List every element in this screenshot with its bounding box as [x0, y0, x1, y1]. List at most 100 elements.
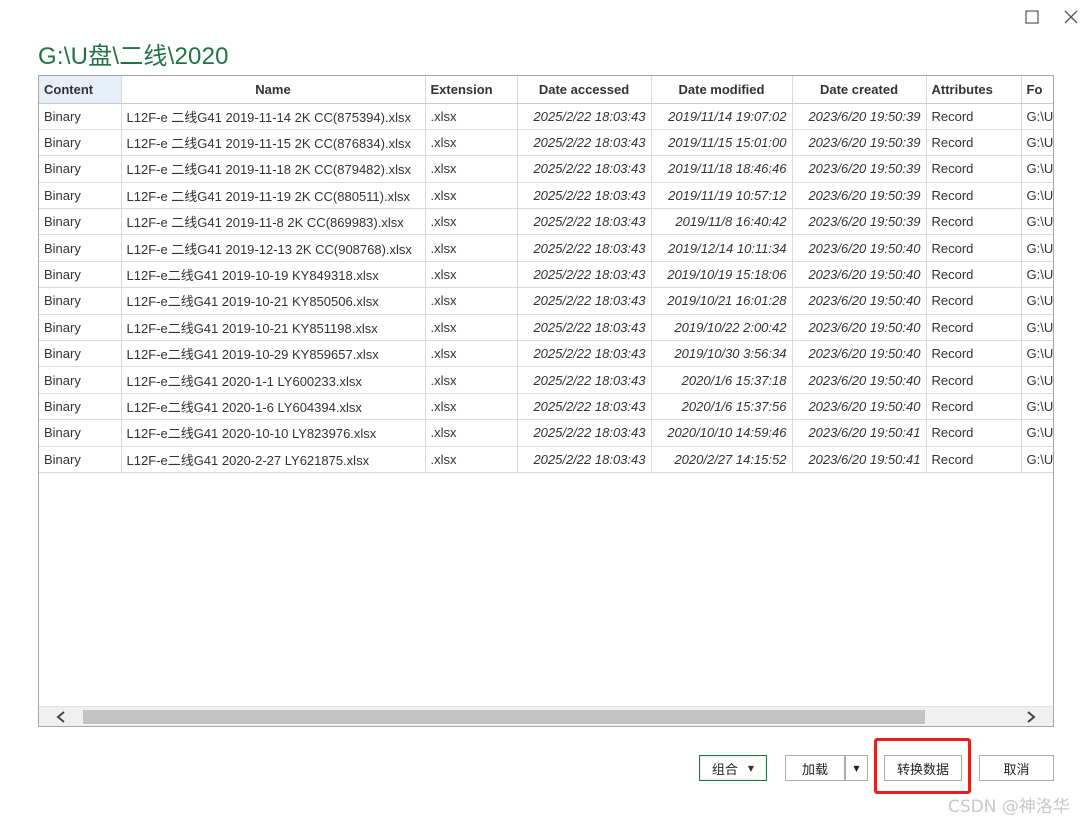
column-header[interactable]: Content: [39, 76, 122, 104]
table-cell: .xlsx: [425, 261, 518, 289]
column-header[interactable]: Date created: [792, 76, 927, 104]
table-cell: L12F-e 二线G41 2019-11-18 2K CC(879482).xl…: [121, 155, 426, 183]
table-cell[interactable]: Binary: [39, 208, 122, 236]
table-row[interactable]: Binary L12F-e二线G41 2020-1-1 LY600233.xlsx…: [39, 366, 1053, 394]
table-cell: 2023/6/20 19:50:39: [792, 182, 927, 210]
table-cell[interactable]: Binary: [39, 234, 122, 262]
horizontal-scrollbar[interactable]: [39, 706, 1053, 726]
table-cell[interactable]: Binary: [39, 129, 122, 157]
table-cell: 2025/2/22 18:03:43: [517, 261, 652, 289]
table-cell: G:\U: [1021, 419, 1053, 447]
table-cell: 2020/10/10 14:59:46: [651, 419, 793, 447]
scroll-left-button[interactable]: [39, 707, 83, 726]
table-cell: L12F-e二线G41 2020-10-10 LY823976.xlsx: [121, 419, 426, 447]
table-cell: G:\U: [1021, 234, 1053, 262]
table-row[interactable]: Binary L12F-e 二线G41 2019-11-8 2K CC(86998…: [39, 208, 1053, 236]
table-row[interactable]: Binary L12F-e二线G41 2019-10-21 KY850506.xl…: [39, 287, 1053, 315]
table-cell[interactable]: Binary: [39, 314, 122, 342]
table-cell[interactable]: Binary: [39, 182, 122, 210]
file-table: Content Name Extension Date accessed Date mo…: [39, 76, 1053, 473]
table-cell: 2025/2/22 18:03:43: [517, 155, 652, 183]
table-cell: 2023/6/20 19:50:39: [792, 103, 927, 130]
table-cell[interactable]: Binary: [39, 155, 122, 183]
table-cell[interactable]: Binary: [39, 103, 122, 130]
table-cell: 2019/11/14 19:07:02: [651, 103, 793, 130]
table-cell: 2020/1/6 15:37:18: [651, 366, 793, 394]
table-cell: G:\U: [1021, 314, 1053, 342]
table-cell[interactable]: Binary: [39, 340, 122, 368]
table-cell: .xlsx: [425, 393, 518, 421]
table-cell: Record: [926, 261, 1022, 289]
table-cell: Record: [926, 234, 1022, 262]
table-row[interactable]: Binary L12F-e二线G41 2019-10-21 KY851198.xl…: [39, 314, 1053, 342]
table-cell: G:\U: [1021, 261, 1053, 289]
column-header[interactable]: Name: [121, 76, 426, 104]
column-header[interactable]: Date accessed: [517, 76, 652, 104]
scroll-right-button[interactable]: [1009, 707, 1053, 726]
load-button[interactable]: 加载: [785, 755, 845, 781]
table-cell: L12F-e二线G41 2019-10-29 KY859657.xlsx: [121, 340, 426, 368]
column-header[interactable]: Attributes: [926, 76, 1022, 104]
table-cell: L12F-e二线G41 2019-10-19 KY849318.xlsx: [121, 261, 426, 289]
table-row[interactable]: Binary L12F-e 二线G41 2019-12-13 2K CC(9087…: [39, 234, 1053, 262]
highlight-annotation: [874, 738, 971, 794]
table-cell: G:\U: [1021, 366, 1053, 394]
table-row[interactable]: Binary L12F-e 二线G41 2019-11-15 2K CC(8768…: [39, 129, 1053, 157]
table-cell: 2025/2/22 18:03:43: [517, 182, 652, 210]
table-cell: 2025/2/22 18:03:43: [517, 314, 652, 342]
table-cell: 2023/6/20 19:50:39: [792, 208, 927, 236]
table-cell[interactable]: Binary: [39, 419, 122, 447]
table-cell: Record: [926, 314, 1022, 342]
cancel-button[interactable]: 取消: [979, 755, 1054, 781]
table-cell[interactable]: Binary: [39, 366, 122, 394]
cancel-label: 取消: [1003, 762, 1030, 778]
table-cell: 2025/2/22 18:03:43: [517, 208, 652, 236]
table-cell: 2019/11/19 10:57:12: [651, 182, 793, 210]
table-cell: 2023/6/20 19:50:41: [792, 446, 927, 473]
header-row: Content Name Extension Date accessed Date mo…: [39, 76, 1053, 104]
load-label: 加载: [801, 762, 828, 778]
maximize-button[interactable]: [1021, 6, 1043, 28]
table-cell: 2025/2/22 18:03:43: [517, 234, 652, 262]
table-cell: 2025/2/22 18:03:43: [517, 103, 652, 130]
table-row[interactable]: Binary L12F-e 二线G41 2019-11-19 2K CC(8805…: [39, 182, 1053, 210]
table-cell: 2023/6/20 19:50:39: [792, 129, 927, 157]
table-cell: 2019/11/15 15:01:00: [651, 129, 793, 157]
page-title: G:\U盘\二线\2020: [38, 43, 229, 70]
table-cell: 2019/11/8 16:40:42: [651, 208, 793, 236]
table-cell[interactable]: Binary: [39, 287, 122, 315]
combine-button[interactable]: 组合 ▼: [699, 755, 767, 781]
table-row[interactable]: Binary L12F-e 二线G41 2019-11-14 2K CC(8753…: [39, 103, 1053, 130]
table-cell[interactable]: Binary: [39, 261, 122, 289]
table-cell: 2019/10/21 16:01:28: [651, 287, 793, 315]
column-header[interactable]: Extension: [425, 76, 518, 104]
load-dropdown-button[interactable]: ▼: [845, 755, 868, 781]
table-cell: 2019/11/18 18:46:46: [651, 155, 793, 183]
table-cell: G:\U: [1021, 446, 1053, 473]
table-cell: 2025/2/22 18:03:43: [517, 419, 652, 447]
table-cell: L12F-e 二线G41 2019-11-8 2K CC(869983).xls…: [121, 208, 426, 236]
maximize-icon: [1025, 10, 1039, 24]
close-button[interactable]: [1060, 6, 1082, 28]
table-cell: 2025/2/22 18:03:43: [517, 393, 652, 421]
table-row[interactable]: Binary L12F-e二线G41 2020-10-10 LY823976.xl…: [39, 419, 1053, 447]
data-preview-grid: Content Name Extension Date accessed Date mo…: [38, 75, 1054, 727]
table-cell: G:\U: [1021, 103, 1053, 130]
scrollbar-thumb[interactable]: [83, 710, 925, 724]
table-row[interactable]: Binary L12F-e二线G41 2020-1-6 LY604394.xlsx…: [39, 393, 1053, 421]
table-cell[interactable]: Binary: [39, 393, 122, 421]
table-row[interactable]: Binary L12F-e二线G41 2019-10-19 KY849318.xl…: [39, 261, 1053, 289]
table-cell: L12F-e二线G41 2020-1-1 LY600233.xlsx: [121, 366, 426, 394]
table-row[interactable]: Binary L12F-e 二线G41 2019-11-18 2K CC(8794…: [39, 155, 1053, 183]
table-row[interactable]: Binary L12F-e二线G41 2020-2-27 LY621875.xls…: [39, 446, 1053, 473]
table-cell[interactable]: Binary: [39, 446, 122, 473]
table-cell: 2025/2/22 18:03:43: [517, 366, 652, 394]
caret-down-icon: ▼: [747, 763, 755, 773]
table-cell: 2025/2/22 18:03:43: [517, 129, 652, 157]
table-cell: Record: [926, 340, 1022, 368]
table-cell: L12F-e 二线G41 2019-11-15 2K CC(876834).xl…: [121, 129, 426, 157]
column-header[interactable]: Date modified: [651, 76, 793, 104]
column-header[interactable]: Fo: [1021, 76, 1053, 104]
table-row[interactable]: Binary L12F-e二线G41 2019-10-29 KY859657.xl…: [39, 340, 1053, 368]
table-cell: 2023/6/20 19:50:40: [792, 314, 927, 342]
